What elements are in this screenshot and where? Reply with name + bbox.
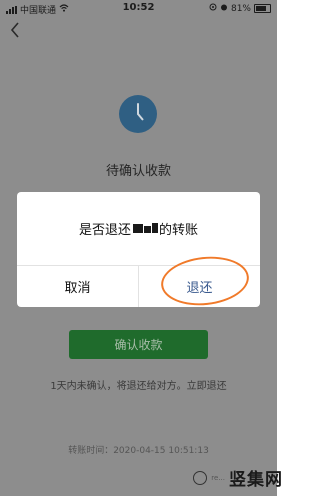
- refund-note[interactable]: 1天内未确认，将退还给对方。立即退还: [0, 377, 277, 392]
- phone-screen: 中国联通 10:52 81% 待确认收款 确认收款 1天内未确认，将退还给对方。…: [0, 0, 277, 496]
- transfer-time: 转账时间：2020-04-15 10:51:13: [68, 446, 209, 456]
- alarm-icon: [220, 3, 228, 14]
- back-icon[interactable]: [10, 22, 20, 43]
- dialog-message-suffix: 的转账: [159, 223, 199, 238]
- location-icon: [209, 3, 217, 14]
- watermark-brand: 竖集网: [229, 470, 283, 490]
- clock-icon: [119, 95, 157, 133]
- cancel-button[interactable]: 取消: [17, 266, 138, 307]
- battery-percent: 81%: [230, 3, 251, 14]
- page-margin: [277, 0, 289, 496]
- dialog-message: 是否退还 的转账: [17, 219, 260, 238]
- watermark-small-text: re...: [211, 473, 225, 482]
- status-right: 81%: [209, 3, 271, 14]
- watermark-logo-icon: [193, 470, 208, 485]
- battery-icon: [254, 4, 271, 13]
- dialog-message-prefix: 是否退还: [78, 223, 131, 238]
- confirm-receipt-button[interactable]: 确认收款: [69, 330, 208, 359]
- status-bar: 中国联通 10:52 81%: [0, 0, 277, 18]
- redaction-mark: [131, 221, 159, 236]
- watermark: re... 竖集网: [193, 465, 283, 490]
- pending-title: 待确认收款: [105, 164, 171, 179]
